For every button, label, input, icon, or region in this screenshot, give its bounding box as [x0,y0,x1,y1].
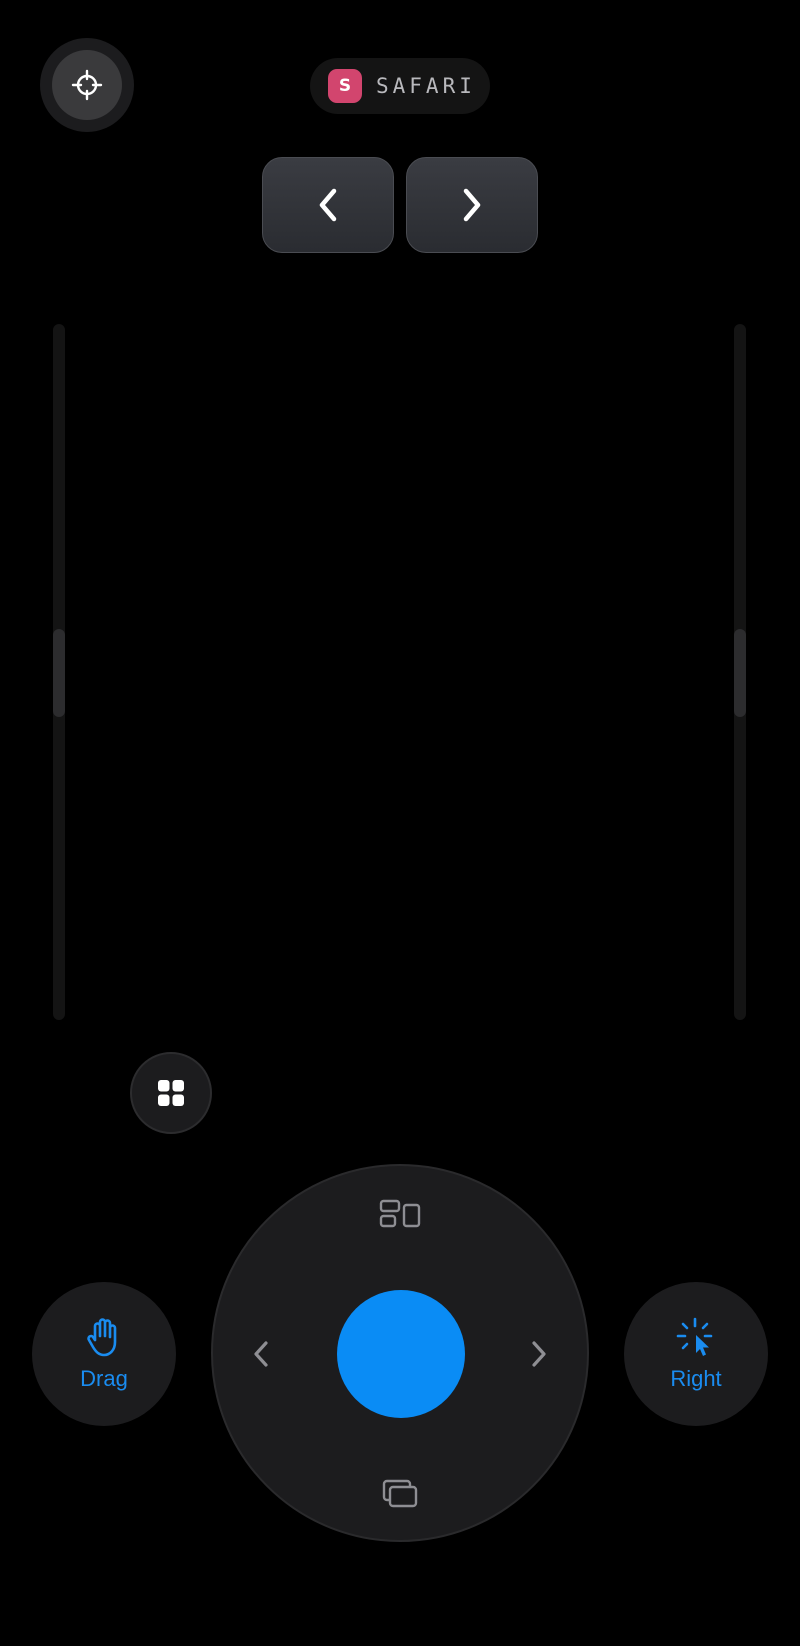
app-name: SAFARI [376,74,476,98]
cursor-click-icon [676,1317,713,1356]
dpad-up-button[interactable] [372,1186,428,1242]
recenter-button-inner [52,50,122,120]
window-stack-icon [382,1479,418,1508]
right-click-label: Right [670,1366,722,1391]
dpad-center-click-button[interactable] [337,1290,465,1418]
forward-button[interactable] [406,157,538,253]
app-grid-icon [158,1080,184,1106]
right-click-button[interactable]: Right [624,1282,768,1426]
dpad-left-button[interactable] [233,1326,289,1382]
right-scrollbar[interactable] [734,324,746,1020]
active-app-pill[interactable]: S SAFARI [310,58,490,114]
drag-button[interactable]: Drag [32,1282,176,1426]
crosshair-icon [71,69,103,101]
remote-control-screen: S SAFARI Drag Right [0,0,800,1646]
left-scrollbar[interactable] [53,324,65,1020]
chevron-left-icon [254,1341,268,1367]
hand-icon [87,1318,117,1357]
app-switcher-button[interactable] [130,1052,212,1134]
recenter-button[interactable] [40,38,134,132]
dpad-right-button[interactable] [511,1326,567,1382]
chevron-left-icon [319,188,337,222]
window-layout-icon [379,1199,421,1228]
directional-pad[interactable] [211,1164,589,1542]
app-badge: S [328,69,362,103]
left-scroll-thumb[interactable] [53,629,65,717]
drag-label: Drag [80,1366,128,1391]
dpad-down-button[interactable] [372,1466,428,1522]
chevron-right-icon [463,188,481,222]
chevron-right-icon [532,1341,546,1367]
right-scroll-thumb[interactable] [734,629,746,717]
back-button[interactable] [262,157,394,253]
